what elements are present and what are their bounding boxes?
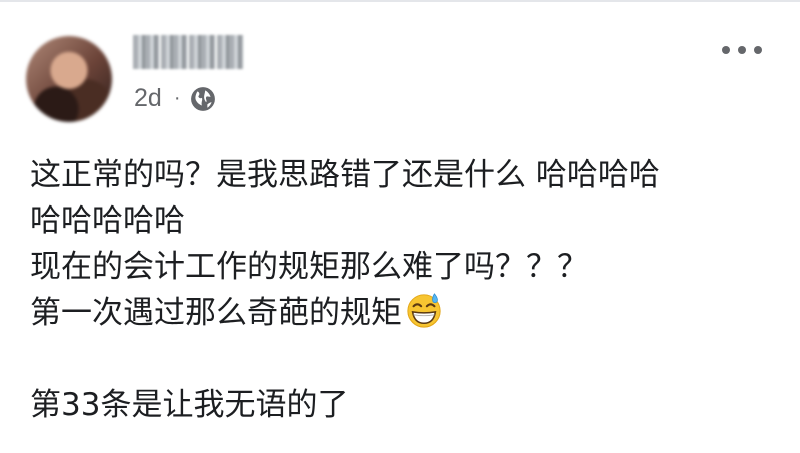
more-horizontal-icon: [722, 46, 730, 54]
post-line-blank: [30, 336, 780, 382]
author-name-redacted[interactable]: [133, 35, 243, 69]
post-line: 现在的会计工作的规矩那么难了吗？？？: [30, 249, 588, 285]
meta-separator: ·: [173, 87, 181, 109]
post-line-text: 第一次遇过那么奇葩的规矩: [30, 295, 402, 331]
globe-icon: [191, 86, 216, 111]
timestamp[interactable]: 2d: [134, 84, 162, 113]
post-line: 第一次遇过那么奇葩的规矩: [30, 290, 780, 336]
post-meta: 2d ·: [134, 84, 216, 113]
grinning-sweat-emoji-icon: [407, 293, 441, 328]
more-options-button[interactable]: [722, 38, 762, 62]
post-line: 哈哈哈哈哈: [30, 203, 185, 239]
post-text: 这正常的吗？是我思路错了还是什么 哈哈哈哈 哈哈哈哈哈 现在的会计工作的规矩那么…: [30, 152, 780, 428]
post-line: 这正常的吗？是我思路错了还是什么 哈哈哈哈: [30, 157, 660, 193]
post-card: 2d · 这正常的吗？是我思路错了还是什么 哈哈哈哈 哈哈哈哈哈 现在的会计工作…: [0, 0, 800, 453]
avatar[interactable]: [26, 36, 112, 122]
post-line: 第33条是让我无语的了: [30, 387, 349, 423]
